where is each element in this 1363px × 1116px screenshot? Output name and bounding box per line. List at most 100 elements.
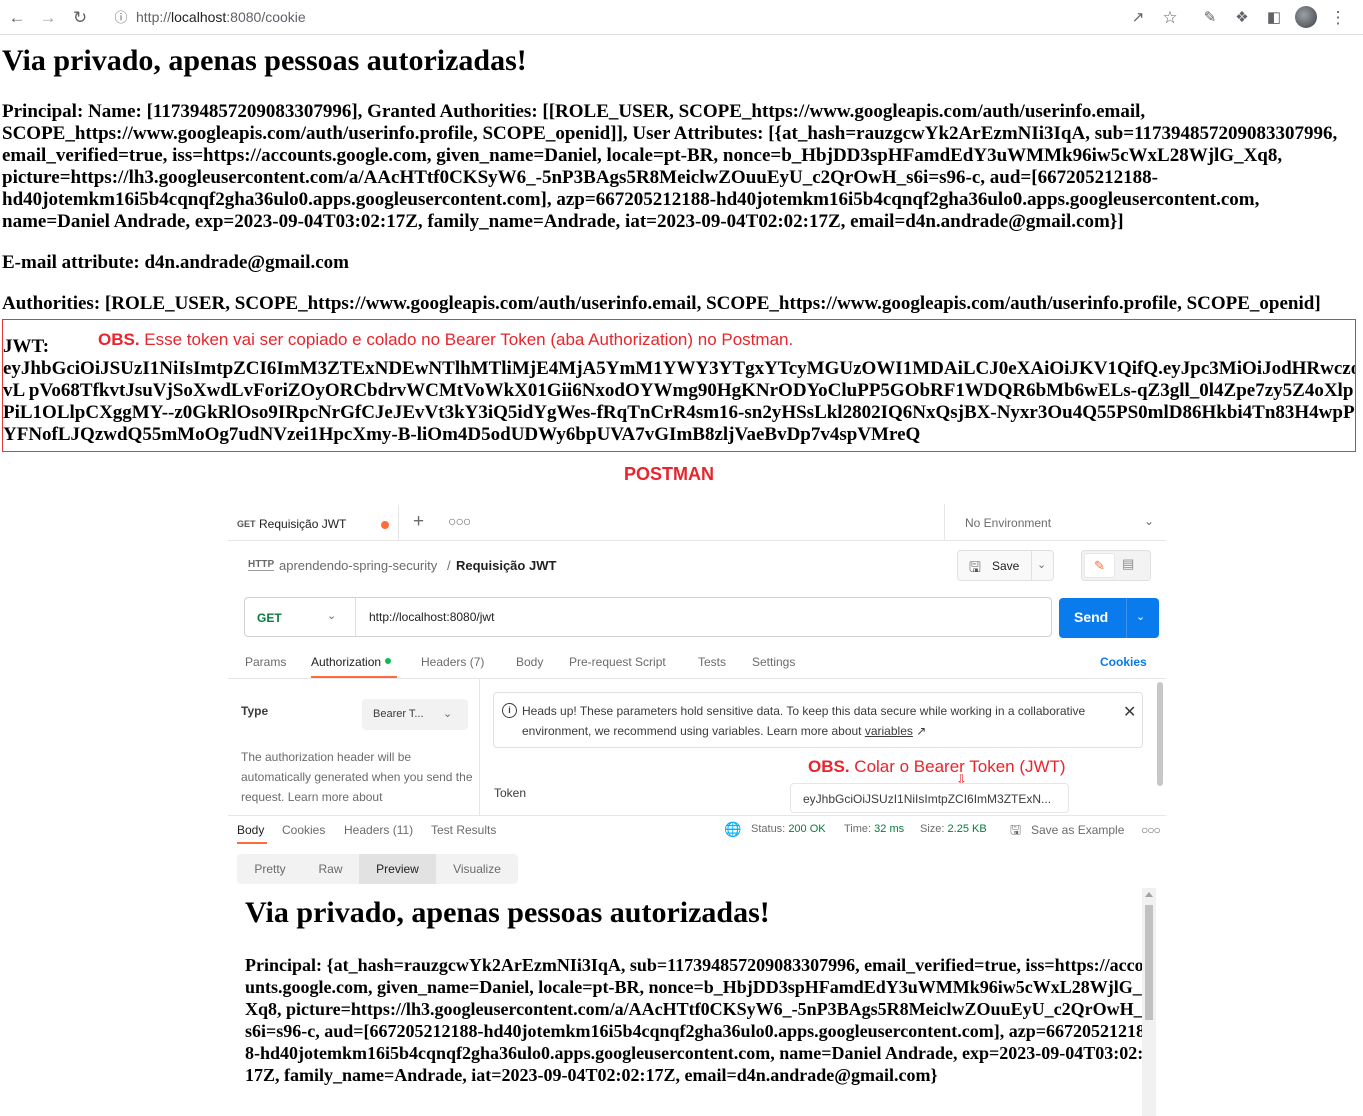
breadcrumb-request[interactable]: Requisição JWT (456, 558, 556, 573)
browser-toolbar: ← → ↻ ⓘ http://localhost:8080/cookie ↗ ☆… (0, 0, 1363, 35)
reload-icon[interactable]: ↻ (69, 6, 91, 28)
info-icon: i (502, 703, 517, 718)
response-size: Size: 2.25 KB (920, 823, 987, 835)
view-raw[interactable]: Raw (303, 854, 358, 884)
response-preview: Via privado, apenas pessoas autorizadas!… (237, 890, 1153, 1116)
view-pretty[interactable]: Pretty (237, 854, 303, 884)
unsaved-dot-icon (381, 521, 389, 529)
url-path: :8080/cookie (226, 9, 306, 25)
time-label: Time: (844, 823, 872, 835)
chevron-down-icon: ⌄ (443, 708, 453, 720)
response-divider (228, 815, 1166, 816)
sidebar-panel-icon[interactable]: ◧ (1263, 6, 1285, 28)
url-divider (355, 598, 356, 636)
response-more-icon[interactable]: ○○○ (1141, 823, 1161, 837)
avatar[interactable] (1295, 6, 1317, 28)
email-attribute-text: E-mail attribute: d4n.andrade@gmail.com (2, 252, 349, 273)
view-toggle-group: ✎ ▤ (1081, 550, 1151, 581)
authorities-text: Authorities: [ROLE_USER, SCOPE_https://w… (2, 293, 1321, 314)
auth-type-select[interactable]: Bearer T... ⌄ (362, 699, 468, 730)
forward-arrow-icon[interactable]: → (37, 6, 59, 28)
sensitive-data-notice: i Heads up! These parameters hold sensit… (493, 692, 1143, 748)
send-button[interactable]: Send ⌄ (1059, 598, 1159, 638)
close-icon[interactable]: ✕ (1123, 702, 1136, 722)
share-icon[interactable]: ↗ (1127, 6, 1149, 28)
new-tab-plus-icon[interactable]: + (413, 511, 424, 533)
tab-authorization[interactable]: Authorization (311, 655, 392, 669)
url-prefix: http:// (136, 9, 172, 25)
jwt-token-text: eyJhbGciOiJSUzI1NiIsImtpZCI6ImM3ZTExNDEw… (3, 358, 1356, 445)
comments-icon[interactable]: ▤ (1122, 556, 1134, 572)
star-icon[interactable]: ☆ (1159, 6, 1181, 28)
url-input[interactable]: http://localhost:8080/jwt (369, 610, 494, 624)
obs-label: OBS. (98, 330, 140, 349)
save-divider (1031, 551, 1032, 580)
postman-heading: POSTMAN (624, 464, 714, 484)
chevron-down-icon: ⌄ (1143, 514, 1154, 528)
globe-icon[interactable]: 🌐 (724, 821, 741, 838)
notice-text: Heads up! These parameters hold sensitiv… (522, 701, 1092, 741)
auth-scrollbar[interactable] (1157, 682, 1163, 786)
url-host: localhost (171, 9, 227, 25)
breadcrumb-separator: / (447, 558, 451, 573)
auth-type-value: Bearer T... (373, 708, 424, 720)
preview-scrollbar[interactable] (1142, 888, 1156, 1116)
address-bar[interactable]: http://localhost:8080/cookie (136, 9, 306, 25)
tab-authorization-label: Authorization (311, 655, 382, 669)
response-view-mode: Pretty Raw Preview Visualize (237, 854, 518, 884)
view-preview[interactable]: Preview (359, 854, 436, 884)
response-tab-body[interactable]: Body (237, 823, 264, 837)
cookies-link[interactable]: Cookies (1100, 655, 1147, 669)
postman-tab-bar: GET Requisição JWT + ○○○ No Environment … (228, 504, 1166, 541)
request-tab-name: Requisição JWT (259, 517, 347, 531)
token-value: eyJhbGciOiJSUzI1NiIsImtpZCI6ImM3ZTExN... (803, 792, 1052, 806)
preview-principal: Principal: {at_hash=rauzgcwYk2ArEzmNIi3I… (245, 955, 1145, 1085)
tab-pre-request-script[interactable]: Pre-request Script (569, 655, 666, 669)
tab-tests[interactable]: Tests (698, 655, 726, 669)
tab-headers[interactable]: Headers (7) (421, 655, 484, 669)
send-options-chevron-icon[interactable]: ⌄ (1136, 610, 1145, 623)
variables-link[interactable]: variables (865, 724, 913, 738)
view-visualize[interactable]: Visualize (436, 854, 518, 884)
tab-body[interactable]: Body (516, 655, 543, 669)
puzzle-extension-icon[interactable]: ❖ (1231, 6, 1253, 28)
eyedropper-extension-icon[interactable]: ✎ (1199, 6, 1221, 28)
info-circle-icon[interactable]: ⓘ (110, 6, 132, 28)
response-tab-headers[interactable]: Headers (11) (344, 823, 413, 837)
method-select[interactable]: GET (257, 611, 282, 625)
tabs-more-icon[interactable]: ○○○ (448, 513, 471, 529)
save-as-example-button[interactable]: Save as Example (1031, 823, 1124, 837)
response-status: Status: 200 OK (751, 823, 826, 835)
token-input[interactable]: eyJhbGciOiJSUzI1NiIsImtpZCI6ImM3ZTExN... (790, 783, 1069, 813)
response-tab-cookies[interactable]: Cookies (282, 823, 325, 837)
scroll-thumb[interactable] (1145, 905, 1153, 1020)
avatar-image (1295, 6, 1317, 28)
obs-note-text: Esse token vai ser copiado e colado no B… (139, 330, 794, 349)
http-request-icon: HTTP (248, 559, 275, 571)
edit-pencil-icon[interactable]: ✎ (1084, 553, 1115, 578)
environment-label: No Environment (965, 516, 1052, 530)
environment-selector[interactable]: No Environment ⌄ (944, 504, 1166, 540)
kebab-menu-icon[interactable]: ⋮ (1327, 6, 1349, 28)
auth-type-label: Type (241, 704, 269, 718)
tab-params[interactable]: Params (245, 655, 286, 669)
obs-note-paste-token: OBS. Colar o Bearer Token (JWT) (808, 757, 1066, 777)
tabs-divider (228, 678, 1166, 679)
scroll-up-arrow-icon[interactable] (1145, 892, 1153, 897)
breadcrumb-collection[interactable]: aprendendo-spring-security (279, 558, 437, 573)
tab-settings[interactable]: Settings (752, 655, 795, 669)
request-url-bar: GET ⌄ http://localhost:8080/jwt (244, 597, 1052, 637)
method-chevron-icon[interactable]: ⌄ (327, 609, 336, 622)
time-value: 32 ms (874, 823, 905, 835)
save-button[interactable]: 🖫 Save ⌄ (957, 550, 1054, 581)
preview-title: Via privado, apenas pessoas autorizadas! (245, 896, 770, 929)
postman-window: GET Requisição JWT + ○○○ No Environment … (228, 504, 1166, 1116)
save-options-chevron-icon[interactable]: ⌄ (1037, 558, 1046, 571)
response-tab-test-results[interactable]: Test Results (431, 823, 496, 837)
request-tab[interactable]: GET Requisição JWT (228, 504, 399, 540)
token-label: Token (494, 786, 527, 800)
save-example-icon: 🖫 (1010, 822, 1022, 837)
principal-text: Principal: Name: [117394857209083307996]… (2, 101, 1338, 232)
back-arrow-icon[interactable]: ← (6, 6, 28, 28)
auth-panel-divider (479, 678, 480, 815)
